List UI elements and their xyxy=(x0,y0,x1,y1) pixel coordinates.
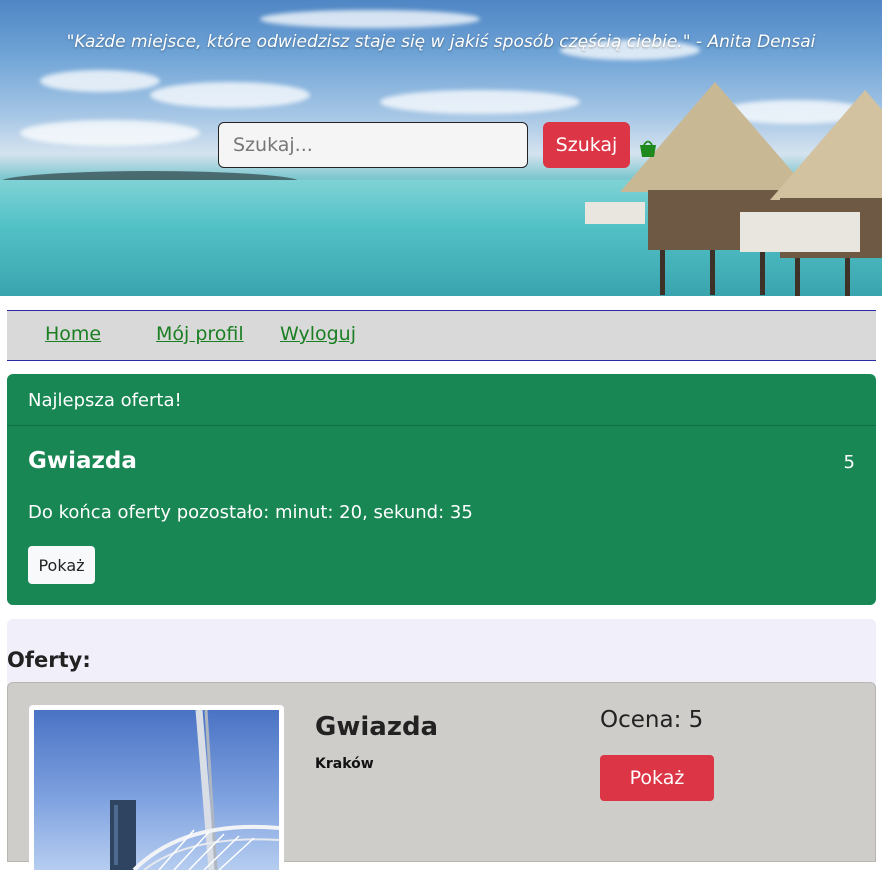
cloud xyxy=(40,70,160,92)
best-offer-title: Gwiazda xyxy=(28,448,137,474)
nav-item-home[interactable]: Home xyxy=(45,323,101,345)
offer-card: Gwiazda Kraków Ocena: 5 Pokaż xyxy=(7,682,876,875)
offers-title: Oferty: xyxy=(7,648,91,672)
offer-name: Gwiazda xyxy=(315,712,439,742)
offer-rating: Ocena: 5 xyxy=(600,707,704,733)
search-button[interactable]: Szukaj xyxy=(543,122,630,168)
hero-quote: "Każde miejsce, które odwiedzisz staje s… xyxy=(66,32,816,52)
best-offer-card: Najlepsza oferta! Gwiazda 5 Do końca ofe… xyxy=(7,374,876,605)
offer-thumbnail[interactable] xyxy=(29,705,284,875)
nav-item-my-profile[interactable]: Mój profil xyxy=(156,323,244,345)
cloud xyxy=(260,10,480,28)
best-offer-show-button[interactable]: Pokaż xyxy=(28,546,95,584)
best-offer-score: 5 xyxy=(843,452,855,473)
best-offer-timer: Do końca oferty pozostało: minut: 20, se… xyxy=(28,502,473,523)
search-input[interactable] xyxy=(218,122,528,168)
offer-city: Kraków xyxy=(315,756,374,772)
offers-section: Oferty: Gwiazda Kraków Ocena: 5 Pokaż xyxy=(7,619,876,875)
main-navigation: Home Mój profil Wyloguj xyxy=(7,310,876,361)
cloud xyxy=(150,82,310,108)
offer-photo xyxy=(34,710,279,870)
nav-item-logout[interactable]: Wyloguj xyxy=(280,323,356,345)
offer-show-button[interactable]: Pokaż xyxy=(600,755,714,801)
shopping-basket-icon[interactable] xyxy=(639,137,657,159)
best-offer-header: Najlepsza oferta! xyxy=(7,374,876,426)
hero-banner: "Każde miejsce, które odwiedzisz staje s… xyxy=(0,0,882,296)
cloud xyxy=(380,90,580,114)
cloud xyxy=(20,120,200,146)
